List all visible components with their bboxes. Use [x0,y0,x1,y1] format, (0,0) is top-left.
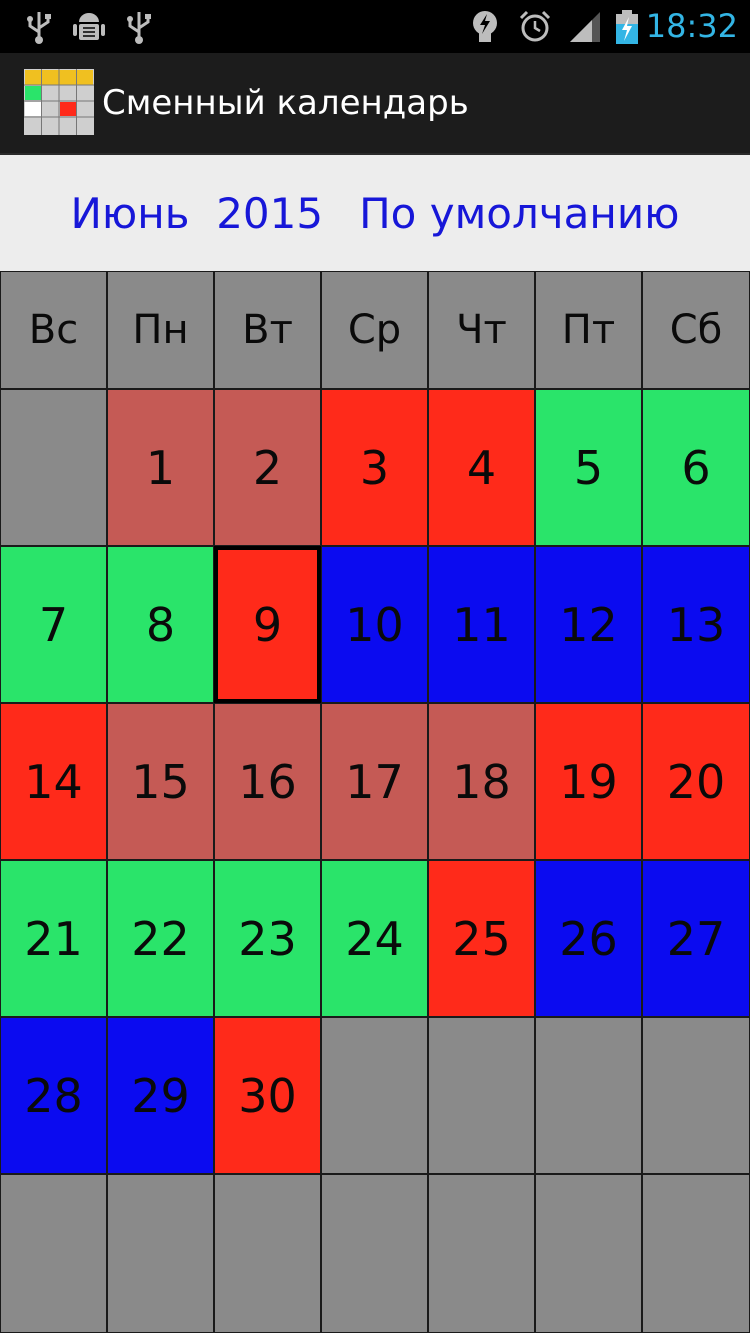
day-number: 6 [681,440,711,495]
day-number: 13 [666,597,726,652]
app-title: Сменный календарь [102,83,469,123]
calendar-day-cell[interactable]: 9 [214,546,321,703]
day-number: 15 [131,754,190,809]
day-number: 22 [131,911,190,966]
day-number: 5 [573,440,604,495]
day-number: 1 [145,440,176,495]
calendar-day-cell[interactable]: 17 [321,703,428,860]
day-number: 9 [252,597,283,652]
calendar-day-cell[interactable]: 16 [214,703,321,860]
usb-icon [127,12,151,44]
clock-time: 18:32 [645,7,738,45]
calendar-app-icon[interactable] [24,69,94,135]
schedule-name-label[interactable]: По умолчанию [359,189,679,238]
calendar-day-cell[interactable]: 22 [107,860,214,1017]
signal-icon [570,12,600,42]
day-number: 12 [559,597,618,652]
day-number: 28 [24,1068,83,1123]
calendar-empty-cell [214,1174,321,1333]
calendar-day-cell[interactable]: 25 [428,860,535,1017]
month-year-label[interactable]: Июнь 2015 [71,189,324,238]
android-debug-icon [73,13,105,40]
calendar-day-cell[interactable]: 30 [214,1017,321,1174]
calendar-day-cell[interactable]: 1 [107,389,214,546]
day-number: 26 [559,911,618,966]
weekday-header: Сб [642,271,750,389]
weekday-header: Ср [321,271,428,389]
calendar-empty-cell [0,1174,107,1333]
usb-icon [27,12,51,44]
calendar-day-cell[interactable]: 2 [214,389,321,546]
day-number: 11 [452,597,511,652]
month-header[interactable]: Июнь 2015 По умолчанию [0,155,750,271]
day-number: 30 [238,1068,297,1123]
calendar-day-cell[interactable]: 15 [107,703,214,860]
calendar-empty-cell [535,1017,642,1174]
calendar-empty-cell [642,1174,750,1333]
day-number: 23 [238,911,297,966]
day-number: 16 [238,754,297,809]
calendar-empty-cell [107,1174,214,1333]
calendar-day-cell[interactable]: 11 [428,546,535,703]
day-number: 3 [359,440,390,495]
calendar-day-cell[interactable]: 4 [428,389,535,546]
calendar-day-cell[interactable]: 27 [642,860,750,1017]
battery-charging-icon [616,10,638,44]
day-number: 2 [252,440,283,495]
calendar-day-cell[interactable]: 6 [642,389,750,546]
calendar-empty-cell [321,1174,428,1333]
calendar-day-cell[interactable]: 7 [0,546,107,703]
day-number: 25 [452,911,511,966]
day-number: 27 [666,911,726,966]
day-number: 10 [345,597,404,652]
calendar-day-cell[interactable]: 26 [535,860,642,1017]
calendar-day-cell[interactable]: 21 [0,860,107,1017]
day-number: 17 [345,754,404,809]
calendar-empty-cell [428,1174,535,1333]
calendar-empty-cell [535,1174,642,1333]
weekday-header: Вс [0,271,107,389]
weekday-header: Пт [535,271,642,389]
day-number: 24 [345,911,404,966]
day-number: 4 [466,440,497,495]
day-number: 19 [559,754,618,809]
day-number: 20 [666,754,726,809]
weekday-header: Вт [214,271,321,389]
calendar-day-cell[interactable]: 20 [642,703,750,860]
calendar-grid: Вс Пн Вт Ср Чт Пт Сб 1 2 3 4 5 6 7 8 9 10 11 12 13 14 15 16 17 1… [0,271,750,1333]
calendar-day-cell[interactable]: 10 [321,546,428,703]
calendar-day-cell[interactable]: 29 [107,1017,214,1174]
calendar-day-cell[interactable]: 24 [321,860,428,1017]
calendar-day-cell[interactable]: 28 [0,1017,107,1174]
lightbulb-notification-icon [473,11,497,42]
weekday-header: Пн [107,271,214,389]
alarm-clock-icon [519,10,551,42]
day-number: 21 [24,911,83,966]
calendar-day-cell[interactable]: 18 [428,703,535,860]
calendar-day-cell[interactable]: 19 [535,703,642,860]
calendar-day-cell[interactable]: 5 [535,389,642,546]
calendar-day-cell[interactable]: 3 [321,389,428,546]
calendar-empty-cell [428,1017,535,1174]
weekday-header: Чт [428,271,535,389]
calendar-empty-cell [642,1017,750,1174]
day-number: 8 [145,597,176,652]
action-bar: Сменный календарь [0,53,750,155]
calendar-day-cell[interactable]: 12 [535,546,642,703]
day-number: 29 [131,1068,190,1123]
day-number: 14 [24,754,83,809]
calendar-empty-cell [0,389,107,546]
calendar-day-cell[interactable]: 13 [642,546,750,703]
status-bar: 18:32 [0,0,750,53]
calendar-empty-cell [321,1017,428,1174]
calendar-day-cell[interactable]: 23 [214,860,321,1017]
calendar-day-cell[interactable]: 8 [107,546,214,703]
day-number: 7 [38,597,69,652]
day-number: 18 [452,754,511,809]
calendar-day-cell[interactable]: 14 [0,703,107,860]
